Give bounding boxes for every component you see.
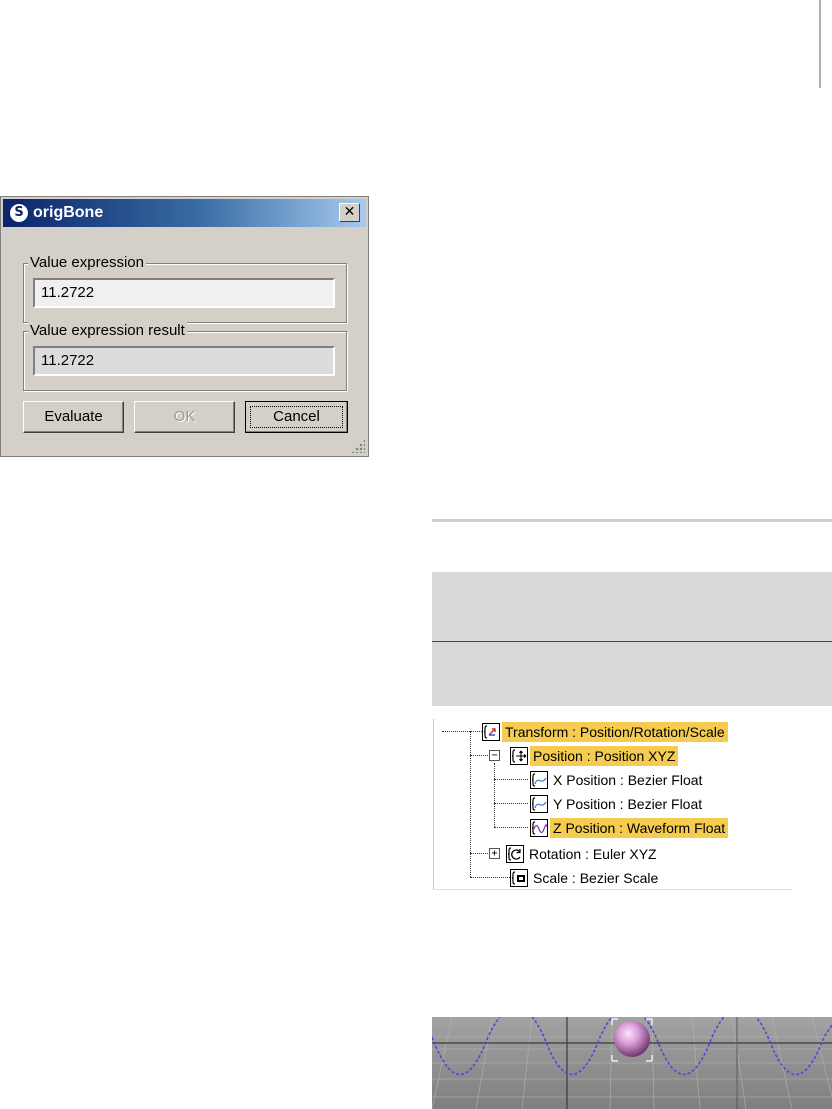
- tree-item-label: Position : Position XYZ: [530, 746, 679, 766]
- cancel-button[interactable]: Cancel: [245, 401, 348, 433]
- tree-item-position[interactable]: Position : Position XYZ: [510, 745, 679, 767]
- tree-item-label: Scale : Bezier Scale: [533, 870, 659, 886]
- focus-ring: [250, 406, 343, 428]
- evaluate-button[interactable]: Evaluate: [23, 401, 124, 433]
- tree-connector: [470, 731, 471, 877]
- tree-item-label: Y Position : Bezier Float: [553, 796, 703, 812]
- band-divider: [432, 641, 832, 642]
- viewport-scene: [432, 1017, 832, 1109]
- dialog-titlebar[interactable]: S origBone ✕: [3, 199, 366, 227]
- size-grip[interactable]: [351, 439, 365, 453]
- tree-connector: [494, 779, 528, 780]
- euler-rotation-icon: [506, 845, 524, 863]
- tree-connector: [494, 763, 495, 827]
- gray-band-upper: [432, 572, 832, 642]
- value-expression-group: Value expression 11.2722: [23, 253, 347, 323]
- tree-connector: [470, 853, 488, 854]
- close-button[interactable]: ✕: [339, 203, 360, 222]
- expand-toggle[interactable]: +: [489, 848, 500, 859]
- perspective-viewport[interactable]: [432, 1017, 832, 1109]
- transform-controller-icon: [482, 723, 500, 741]
- tree-connector: [442, 731, 482, 732]
- tree-item-scale[interactable]: Scale : Bezier Scale: [510, 867, 661, 889]
- collapse-toggle[interactable]: −: [489, 750, 500, 761]
- tree-item-x-position[interactable]: X Position : Bezier Float: [530, 769, 705, 791]
- value-expression-legend: Value expression: [28, 253, 146, 273]
- tree-connector: [494, 827, 528, 828]
- gray-band-lower: [432, 642, 832, 706]
- tree-connector: [470, 755, 488, 756]
- animated-sphere[interactable]: [614, 1021, 650, 1057]
- controller-tree: − + Transform : Position/Rotation/Scale …: [433, 719, 792, 890]
- position-xyz-icon: [510, 747, 528, 765]
- tree-item-rotation[interactable]: Rotation : Euler XYZ: [506, 843, 660, 865]
- tree-item-y-position[interactable]: Y Position : Bezier Float: [530, 793, 705, 815]
- value-expression-input[interactable]: 11.2722: [33, 278, 335, 308]
- expression-dialog: S origBone ✕ Value expression 11.2722 Va…: [0, 196, 369, 457]
- dialog-title: origBone: [33, 204, 104, 221]
- max-logo-icon[interactable]: S: [9, 203, 29, 223]
- tree-item-label: Z Position : Waveform Float: [550, 818, 729, 838]
- value-expression-result-field: 11.2722: [33, 346, 335, 376]
- bezier-float-icon: [530, 771, 548, 789]
- close-icon: ✕: [343, 204, 356, 220]
- tree-item-label: X Position : Bezier Float: [553, 772, 703, 788]
- page-corner-rule: [819, 0, 821, 88]
- value-expression-result-group: Value expression result 11.2722: [23, 321, 347, 391]
- value-expression-result-legend: Value expression result: [28, 321, 187, 341]
- bezier-float-icon: [530, 795, 548, 813]
- section-rule: [432, 519, 832, 522]
- tree-connector: [494, 803, 528, 804]
- tree-item-z-position[interactable]: Z Position : Waveform Float: [530, 817, 729, 839]
- ok-button[interactable]: OK: [134, 401, 235, 433]
- bezier-scale-icon: [510, 869, 528, 887]
- tree-connector: [470, 877, 510, 878]
- tree-item-transform[interactable]: Transform : Position/Rotation/Scale: [482, 721, 728, 743]
- tree-item-label: Transform : Position/Rotation/Scale: [502, 722, 728, 742]
- waveform-float-icon: [530, 819, 548, 837]
- tree-item-label: Rotation : Euler XYZ: [529, 846, 657, 862]
